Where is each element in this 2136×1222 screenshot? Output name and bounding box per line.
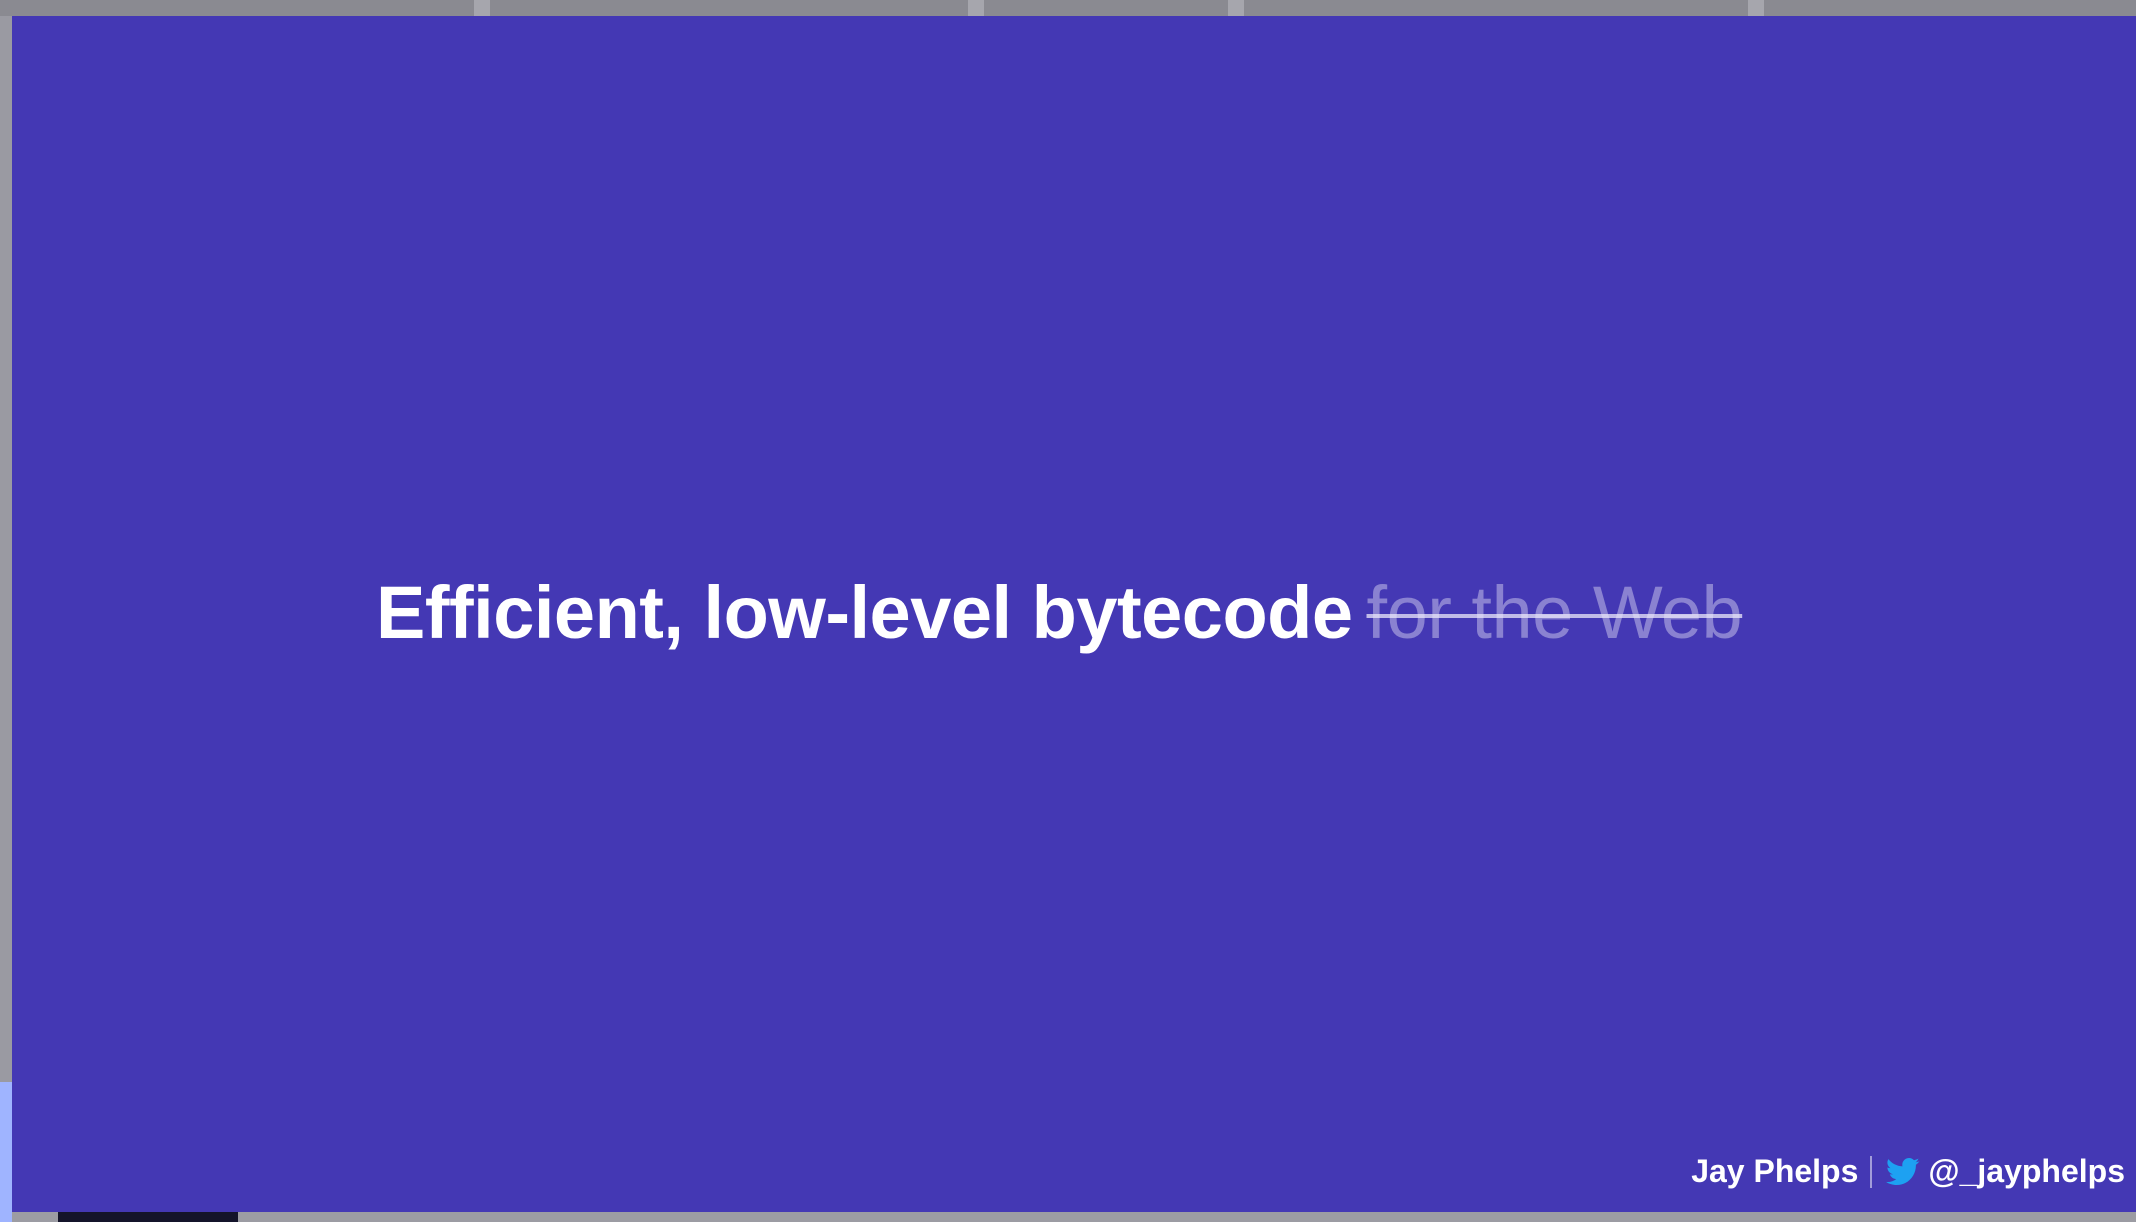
top-border-separator bbox=[1228, 0, 1244, 16]
headline-main-text: Efficient, low-level bytecode bbox=[376, 571, 1353, 654]
slide-headline: Efficient, low-level bytecode for the Web bbox=[376, 576, 1743, 650]
footer-divider bbox=[1870, 1155, 1873, 1188]
slide-footer: Jay Phelps @_jayphelps bbox=[1691, 1153, 2125, 1190]
twitter-bird-icon bbox=[1886, 1157, 1920, 1187]
video-frame: Efficient, low-level bytecode for the Web… bbox=[0, 0, 2136, 1222]
bottom-border-accent bbox=[58, 1212, 238, 1222]
left-border-accent bbox=[0, 1082, 12, 1222]
presentation-slide: Efficient, low-level bytecode for the Web… bbox=[12, 16, 2136, 1212]
top-border-separator bbox=[474, 0, 490, 16]
author-name: Jay Phelps bbox=[1691, 1153, 1859, 1189]
top-border bbox=[0, 0, 2136, 16]
top-border-separator bbox=[968, 0, 984, 16]
twitter-handle: @_jayphelps bbox=[1928, 1153, 2125, 1189]
headline-struck-text: for the Web bbox=[1366, 571, 1743, 654]
bottom-border bbox=[12, 1212, 2136, 1222]
left-border bbox=[0, 16, 12, 1222]
top-border-separator bbox=[1748, 0, 1764, 16]
